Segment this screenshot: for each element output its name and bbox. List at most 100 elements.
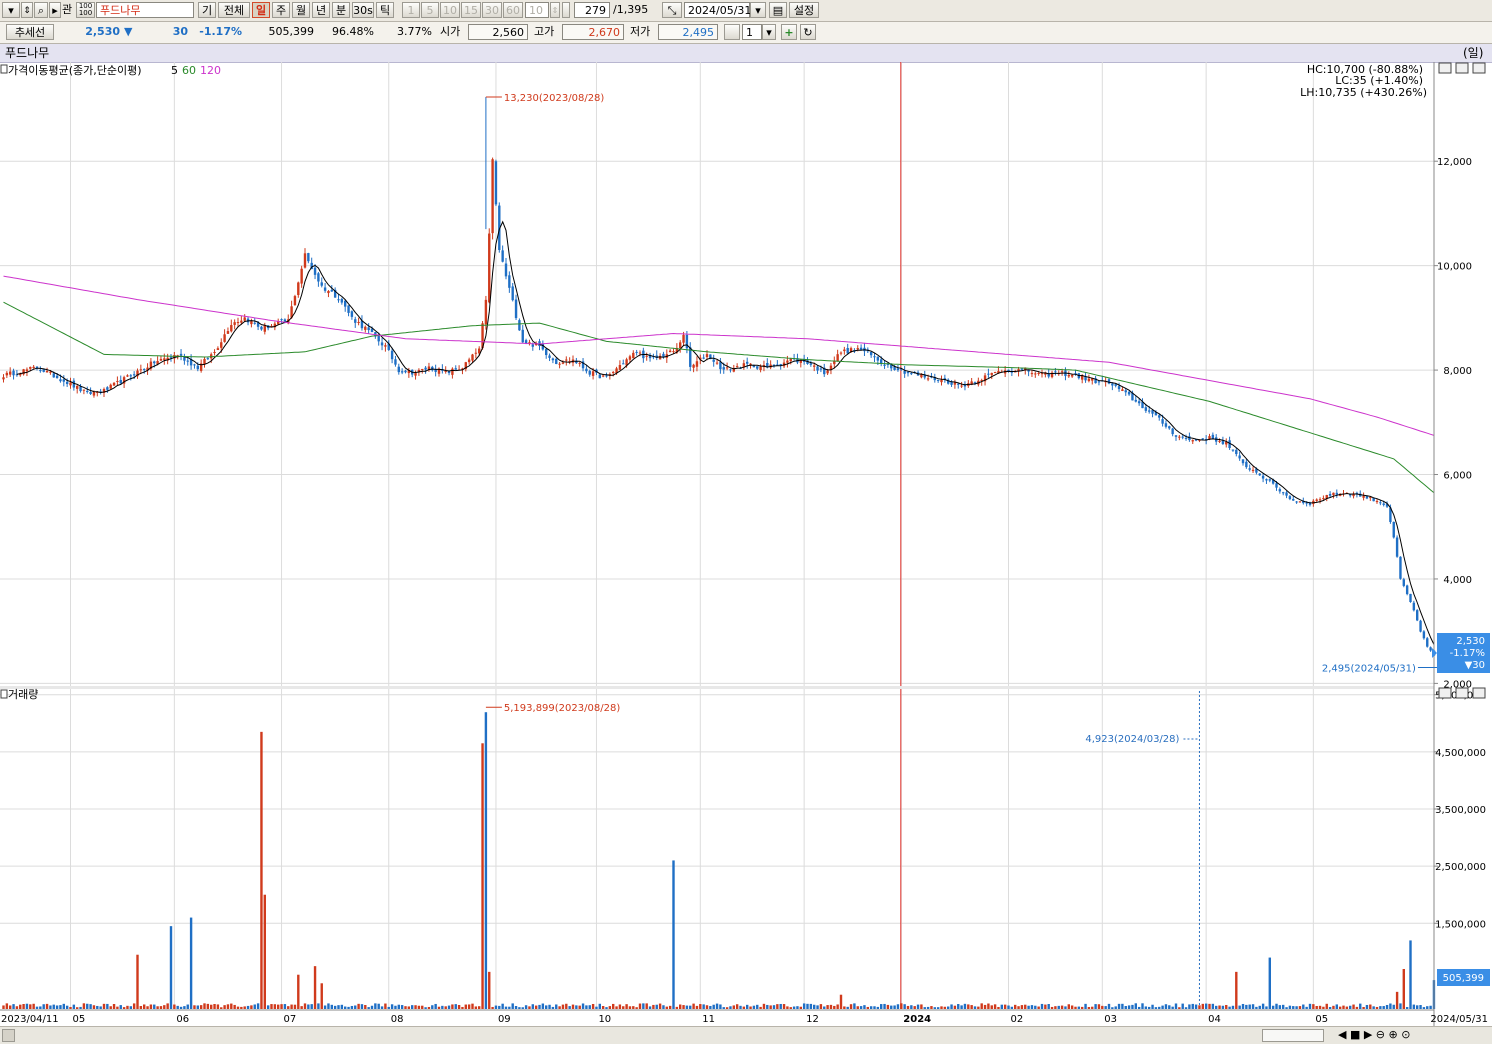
play-right-icon[interactable]: ▸ (49, 2, 61, 18)
volume-bar (193, 1005, 196, 1009)
volume-collapse-icon[interactable] (0, 689, 8, 699)
candle-body (317, 273, 320, 282)
interval-30-button[interactable]: 30 (482, 2, 502, 18)
volume-bar (109, 1006, 112, 1009)
playback-controls-icon[interactable]: ◀ ■ ▶ ⊖ ⊕ ⊙ (1338, 1028, 1410, 1041)
candle-body (280, 319, 283, 321)
volume-bar (394, 1005, 397, 1009)
interval-input[interactable]: 10 (525, 2, 549, 18)
tab-period-day[interactable]: 일 (252, 2, 270, 18)
x-tick-label: 07 (284, 1014, 297, 1025)
scroll-thumb[interactable] (1262, 1029, 1324, 1042)
date-dropdown-icon[interactable]: ▾ (750, 2, 766, 18)
tab-period-year[interactable]: 년 (312, 2, 330, 18)
candle-body (467, 359, 471, 363)
volume-bar (528, 1006, 531, 1009)
stock-name-input[interactable]: 푸드나무 (96, 2, 194, 18)
volume-bar (240, 1006, 243, 1009)
tab-period-month[interactable]: 월 (292, 2, 310, 18)
volume-bar (1054, 1006, 1057, 1009)
interval-spin-icon[interactable]: ⇕ (550, 2, 560, 18)
volume-bar (1007, 1005, 1010, 1009)
tab-period-gi[interactable]: 기 (198, 2, 216, 18)
interval-10-button[interactable]: 10 (440, 2, 460, 18)
volume-bar (1081, 1006, 1084, 1009)
volume-bar (876, 1006, 880, 1009)
grid-100-icon[interactable]: 100 100 (76, 2, 95, 18)
volume-bar (273, 1004, 277, 1009)
add-indicator-icon[interactable]: + (781, 24, 797, 40)
panel-restore-icon[interactable] (1455, 62, 1469, 74)
volume-bar (1392, 1004, 1395, 1009)
horizontal-scrollbar[interactable]: ◀ ■ ▶ ⊖ ⊕ ⊙ (0, 1026, 1492, 1044)
volume-restore-icon[interactable] (1455, 687, 1469, 699)
refresh-icon[interactable]: ↻ (800, 24, 816, 40)
tab-period-tick[interactable]: 틱 (376, 2, 394, 18)
interval-1-button[interactable]: 1 (402, 2, 420, 18)
save-icon[interactable]: ▤ (769, 2, 787, 18)
settings-button[interactable]: 설정 (789, 2, 819, 18)
candle-body (786, 360, 789, 363)
tab-period-minute[interactable]: 분 (332, 2, 350, 18)
volume-bar (156, 1006, 159, 1009)
count-dropdown-icon[interactable]: ▾ (762, 24, 776, 40)
volume-bar (377, 1003, 380, 1009)
candle-body (873, 356, 876, 358)
candle-body (484, 299, 488, 325)
scroll-left-icon[interactable] (2, 1029, 15, 1042)
volume-bar (461, 1006, 464, 1009)
info-lh: LH:10,735 (+430.26%) (1300, 86, 1427, 99)
interval-5-button[interactable]: 5 (421, 2, 439, 18)
search-icon[interactable]: ⌕ (34, 2, 48, 18)
date-input[interactable]: 2024/05/31 (684, 2, 751, 18)
volume-bar (1416, 1005, 1419, 1009)
candle-body (233, 322, 236, 325)
checkbox-toggle[interactable] (724, 24, 740, 40)
interval-60-button[interactable]: 60 (503, 2, 523, 18)
candle-body (1241, 459, 1245, 464)
volume-bar (223, 1005, 226, 1009)
candle-body (320, 282, 323, 286)
candle-body (601, 375, 605, 377)
zoom-fit-icon[interactable]: ⤡ (662, 2, 682, 18)
candle-body (920, 374, 923, 378)
panel-minimize-icon[interactable] (1438, 62, 1452, 74)
volume-last-value: 505,399 (1443, 973, 1484, 984)
volume-minimize-icon[interactable] (1438, 687, 1452, 699)
spin-updown-icon[interactable]: ⇕ (21, 2, 33, 18)
tab-period-week[interactable]: 주 (272, 2, 290, 18)
volume-bar (1024, 1004, 1027, 1009)
tab-period-all[interactable]: 전체 (218, 2, 250, 18)
menu-dropdown-icon[interactable]: ▾ (2, 2, 20, 18)
volume-bar (143, 1004, 146, 1009)
volume-bar (1426, 1006, 1429, 1009)
stock-chart[interactable]: 2,0004,0006,0008,00010,00012,0005,500,00… (0, 62, 1492, 1026)
candle-body (645, 355, 648, 357)
interval-15-button[interactable]: 15 (461, 2, 481, 18)
volume-bar (953, 1005, 957, 1009)
candle-body (243, 317, 246, 321)
volume-bar (380, 1006, 384, 1009)
panel-close-icon[interactable] (1472, 62, 1486, 74)
count-select[interactable]: 1 (742, 24, 762, 40)
last-price: 2,530 (1456, 636, 1485, 647)
x-tick-label: 08 (391, 1014, 404, 1025)
volume-bar (1188, 1004, 1191, 1009)
volume-bar (12, 1004, 15, 1009)
tab-period-30s[interactable]: 30s (352, 2, 374, 18)
volume-bar (1375, 1006, 1379, 1009)
collapse-icon[interactable] (0, 64, 8, 74)
volume-bar (555, 1004, 558, 1009)
candle-body (313, 267, 317, 275)
volume-bar (859, 1006, 863, 1009)
splitter-handle-icon[interactable] (562, 2, 570, 18)
trend-line-button[interactable]: 추세선 (6, 24, 54, 40)
panel-divider[interactable] (0, 686, 1434, 689)
last-change: ▼30 (1465, 660, 1485, 671)
volume-bar (1134, 1003, 1137, 1009)
volume-bar (196, 1005, 199, 1009)
volume-close-icon[interactable] (1472, 687, 1486, 699)
count-input[interactable]: 279 (574, 2, 610, 18)
candle-body (263, 325, 266, 332)
candle-body (1419, 620, 1422, 632)
